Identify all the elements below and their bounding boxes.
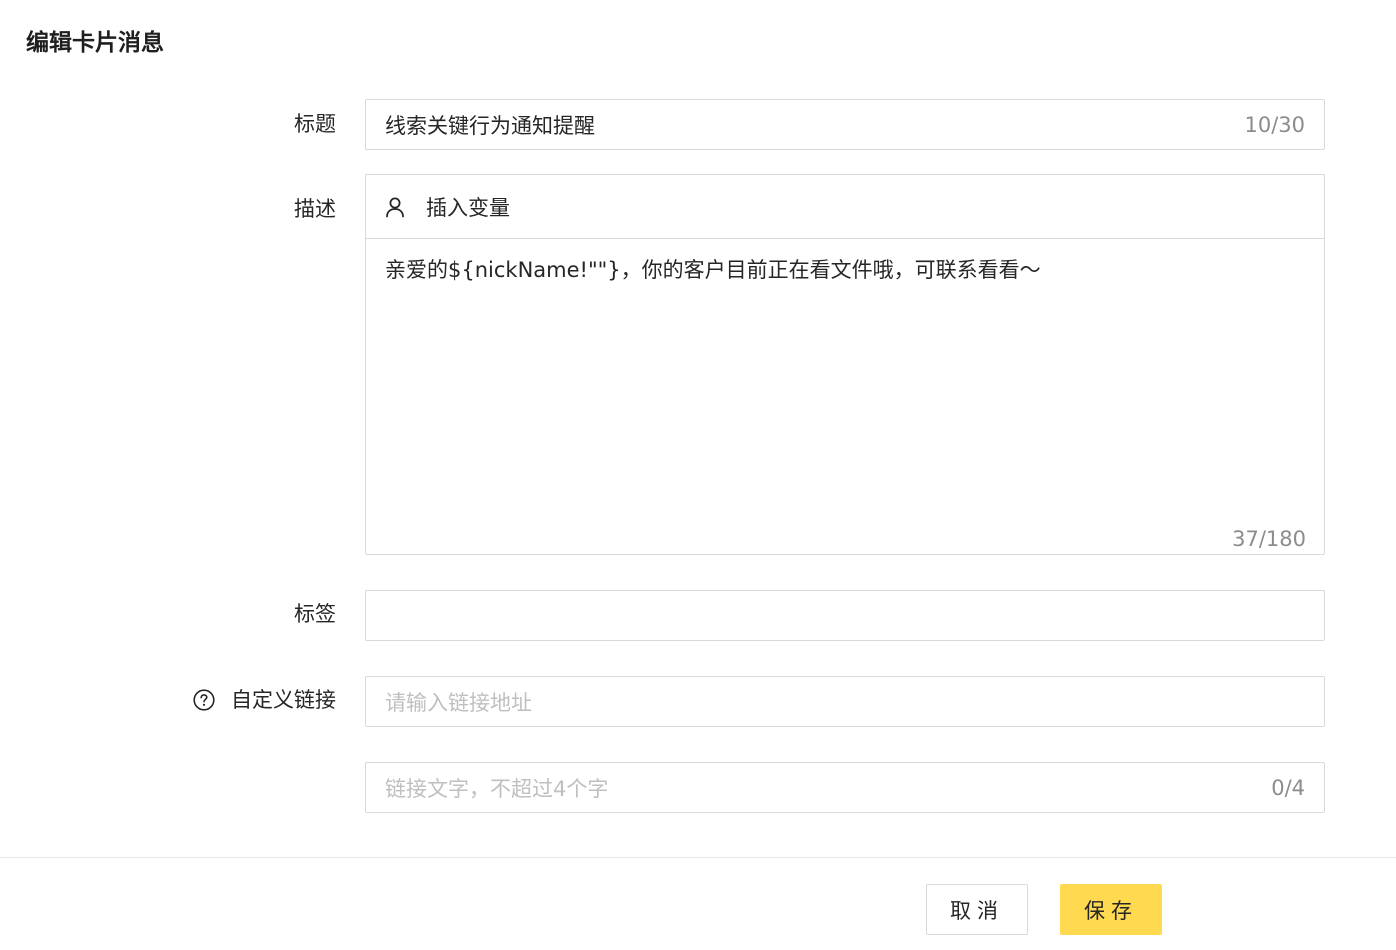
description-label-text: 描述 (294, 197, 336, 221)
dialog-title: 编辑卡片消息 (26, 30, 164, 56)
edit-card-message-dialog: 编辑卡片消息 标题 线索关键行为通知提醒 10/30 描述 插入变量 亲爱的${… (0, 0, 1396, 950)
link-text-char-count: 0/4 (1271, 775, 1305, 800)
insert-variable-button[interactable]: 插入变量 (384, 192, 510, 222)
title-input[interactable]: 线索关键行为通知提醒 10/30 (365, 99, 1325, 150)
save-button[interactable]: 保存 (1060, 884, 1162, 935)
insert-variable-label: 插入变量 (426, 196, 510, 220)
link-url-placeholder: 请输入链接地址 (385, 690, 532, 715)
title-label-text: 标题 (294, 112, 336, 136)
title-char-count: 10/30 (1244, 112, 1305, 137)
custom-link-label-text: 自定义链接 (231, 688, 336, 712)
question-circle-icon[interactable] (193, 689, 215, 711)
footer-divider (0, 857, 1396, 858)
link-text-input[interactable]: 链接文字，不超过4个字 0/4 (365, 762, 1325, 813)
description-textarea-value: 亲爱的${nickName!""}，你的客户目前正在看文件哦，可联系看看～ (385, 258, 1041, 282)
title-label: 标题 (294, 109, 336, 139)
description-label: 描述 (294, 194, 336, 224)
user-icon (384, 196, 406, 218)
cancel-button[interactable]: 取消 (926, 884, 1028, 935)
tag-input[interactable] (365, 590, 1325, 641)
link-text-placeholder: 链接文字，不超过4个字 (385, 776, 609, 801)
description-textarea[interactable]: 亲爱的${nickName!""}，你的客户目前正在看文件哦，可联系看看～ 37… (365, 238, 1325, 555)
custom-link-label: 自定义链接 (193, 685, 336, 715)
link-url-input[interactable]: 请输入链接地址 (365, 676, 1325, 727)
tag-label-text: 标签 (294, 602, 336, 626)
description-char-count: 37/180 (1232, 527, 1306, 551)
title-input-value: 线索关键行为通知提醒 (385, 113, 595, 138)
tag-label: 标签 (294, 599, 336, 629)
description-toolbar: 插入变量 (365, 174, 1325, 239)
